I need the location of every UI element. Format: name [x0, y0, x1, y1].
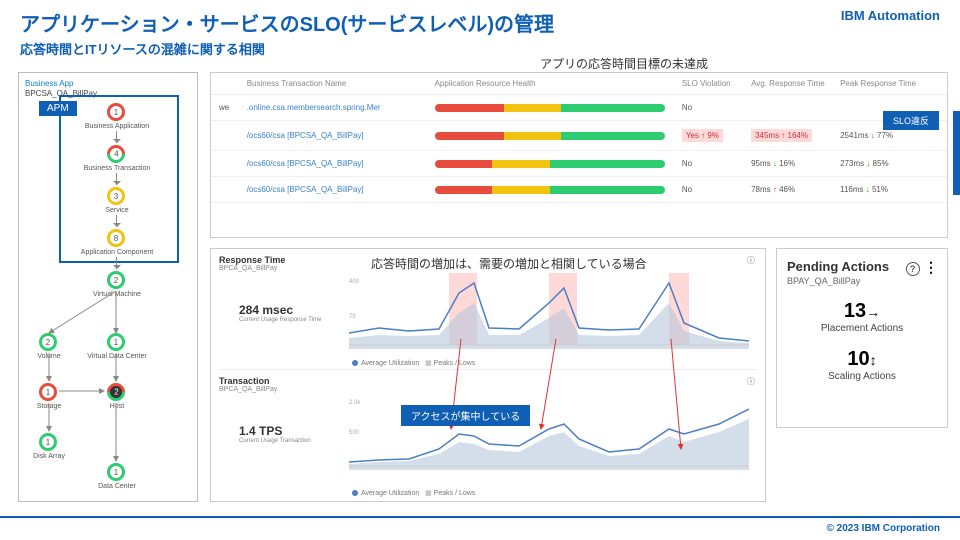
svg-text:2.0k: 2.0k [349, 400, 361, 406]
legend-dot-icon [352, 360, 358, 366]
node-label: Service [77, 207, 157, 214]
transaction-metric-sub: Current Usage Transaction [239, 438, 311, 444]
topology-panel: Business App BPCSA_QA_BillPay APM 1 Busi… [18, 72, 198, 502]
scaling-count[interactable]: 10↕ [787, 348, 937, 371]
col-header[interactable]: Peak Response Time [840, 79, 939, 88]
scaling-label: Scaling Actions [787, 371, 937, 382]
node-label: Application Component [77, 249, 157, 256]
table-row[interactable]: we.online.csa.membersearch.spring.MerNo [211, 95, 947, 121]
node-datacenter[interactable]: 1 [107, 463, 125, 481]
arrow-icon [116, 131, 117, 143]
table-row[interactable]: /ocs60/csa [BPCSA_QA_BillPay]No78ms ↑ 46… [211, 177, 947, 203]
slo-table: Business Transaction Name Application Re… [210, 72, 948, 238]
table-row[interactable]: /ocs60/csa [BPCSA_QA_BillPay]Yes ↑ 9%345… [211, 121, 947, 151]
placement-label: Placement Actions [787, 323, 937, 334]
node-app-component[interactable]: 8 [107, 229, 125, 247]
node-host[interactable]: 2 [103, 379, 128, 404]
charts-panel: 応答時間の増加は、需要の増加と相関している場合 アクセスが集中している Resp… [210, 248, 766, 502]
svg-text:400: 400 [349, 279, 360, 285]
chart-legend: Average Utilization ▦ Peaks / Lows [349, 359, 475, 367]
node-label: Virtual Data Center [77, 353, 157, 360]
placement-count[interactable]: 13→ [787, 300, 937, 323]
chart-sub: BPCA_QA_BillPay [219, 386, 757, 393]
node-label: Business Transaction [77, 165, 157, 172]
slo-violation-tag: SLO違反 [883, 111, 939, 130]
apm-label: APM [39, 101, 77, 116]
topology-header: Business App [25, 79, 191, 88]
node-label: Business Application [77, 123, 157, 130]
footer-copyright: © 2023 IBM Corporation [827, 523, 941, 534]
node-business-app[interactable]: 1 [107, 103, 125, 121]
actions-title: Pending Actions [787, 259, 889, 274]
chart-legend: Average Utilization ▦ Peaks / Lows [349, 489, 475, 497]
brand-label: IBM Automation [841, 8, 940, 23]
chart-sub: BPCA_QA_BillPay [219, 265, 757, 272]
node-label: Host [77, 403, 157, 410]
node-volume[interactable]: 2 [39, 333, 57, 351]
pending-actions-panel: Pending Actions BPAY_QA_BillPay ? ⋮ 13→ … [776, 248, 948, 428]
actions-sub: BPAY_QA_BillPay [787, 276, 889, 286]
node-vdc[interactable]: 1 [107, 333, 125, 351]
node-vm[interactable]: 2 [107, 271, 125, 289]
response-metric: 284 msec [239, 303, 293, 317]
col-header[interactable]: Avg. Response Time [751, 79, 840, 88]
chart-title: Response Time [219, 255, 757, 265]
page-title: アプリケーション・サービスのSLO(サービスレベル)の管理 [20, 8, 940, 37]
svg-text:500: 500 [349, 430, 360, 436]
node-label: Virtual Machine [77, 291, 157, 298]
response-chart[interactable]: 400 75 [349, 273, 749, 349]
node-storage[interactable]: 1 [39, 383, 57, 401]
arrow-icon [116, 173, 117, 185]
node-service[interactable]: 3 [107, 187, 125, 205]
footer-divider [0, 516, 960, 518]
arrow-icon [116, 215, 117, 227]
col-header[interactable]: SLO Violation [682, 79, 751, 88]
access-concentration-tag: アクセスが集中している [401, 405, 530, 426]
node-disk-array[interactable]: 1 [39, 433, 57, 451]
col-header[interactable]: Application Resource Health [435, 79, 682, 88]
col-header[interactable]: Business Transaction Name [247, 79, 435, 88]
table-row[interactable]: /ocs60/csa [BPCSA_QA_BillPay]No95ms ↓ 16… [211, 151, 947, 177]
arrow-icon [116, 257, 117, 269]
response-metric-sub: Current Usage Response Time [239, 317, 321, 323]
node-label: Data Center [77, 483, 157, 490]
svg-text:75: 75 [349, 314, 356, 320]
help-icon[interactable]: ⓘ [747, 376, 755, 387]
resp-degrade-tag: 応答時間悪化 [953, 111, 960, 195]
page-subtitle: 応答時間とITリソースの混雑に関する相関 [20, 39, 940, 58]
transaction-metric: 1.4 TPS [239, 424, 282, 438]
more-icon[interactable]: ⋮ [924, 259, 937, 275]
node-label: Disk Array [9, 453, 89, 460]
help-icon[interactable]: ⓘ [747, 255, 755, 266]
legend-dot-icon [352, 490, 358, 496]
table-header: Business Transaction Name Application Re… [211, 73, 947, 95]
table-caption: アプリの応答時間目標の未達成 [540, 55, 708, 72]
chart-title: Transaction [219, 376, 757, 386]
help-icon[interactable]: ? [906, 262, 920, 276]
